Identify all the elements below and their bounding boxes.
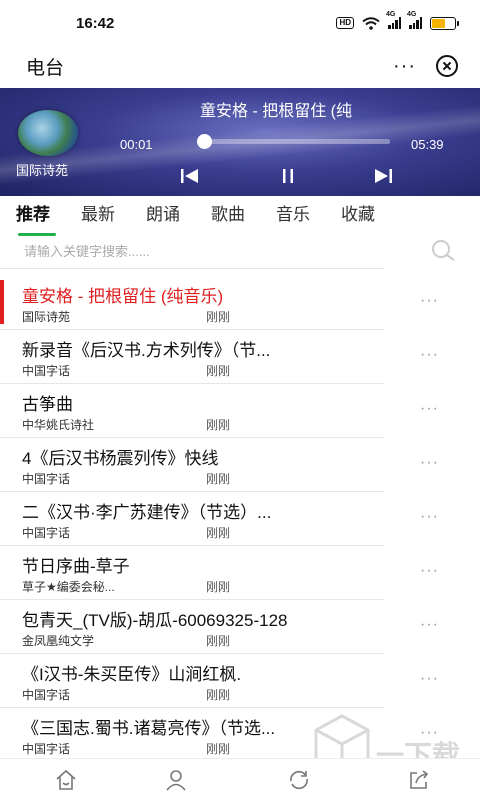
item-title: 新录音《后汉书.方术列传》（节... <box>22 341 271 360</box>
station-name: 国际诗苑 <box>16 163 69 178</box>
item-title: 《三国志.蜀书.诸葛亮传》（节选... <box>22 719 276 738</box>
item-source: 中华姚氏诗社 <box>22 418 95 432</box>
current-time: 00:01 <box>120 137 153 152</box>
more-options-button[interactable]: ··· <box>393 56 416 76</box>
search-input[interactable] <box>20 243 400 259</box>
battery-fill <box>432 18 446 28</box>
item-time: 刚刚 <box>206 580 231 594</box>
status-bar: 16:42 HD 4G 4G <box>0 0 480 46</box>
signal-icon-1: 4G <box>386 11 401 29</box>
item-more-icon[interactable]: ··· <box>420 292 439 310</box>
item-more-icon[interactable]: ··· <box>420 454 439 472</box>
active-item-marker <box>0 280 4 324</box>
item-time: 刚刚 <box>206 688 231 702</box>
search-icon[interactable] <box>430 238 456 264</box>
item-source: 中国字话 <box>22 688 71 702</box>
progress-slider[interactable] <box>196 134 390 149</box>
list-item[interactable]: 古筝曲 中华姚氏诗社 刚刚 ··· <box>0 384 480 438</box>
item-source: 国际诗苑 <box>22 310 71 324</box>
home-icon[interactable] <box>55 769 77 791</box>
status-time: 16:42 <box>76 14 115 32</box>
list-item[interactable]: 节日序曲-草子 草子★编委会秘... 刚刚 ··· <box>0 546 480 600</box>
item-more-icon[interactable]: ··· <box>420 346 439 364</box>
progress-handle[interactable] <box>196 134 212 149</box>
list-item[interactable]: 童安格 - 把根留住 (纯音乐) 国际诗苑 刚刚 ··· <box>0 276 480 330</box>
item-source: 中国字话 <box>22 472 71 486</box>
search-divider <box>0 268 384 269</box>
item-source: 草子★编委会秘... <box>22 580 115 594</box>
item-time: 刚刚 <box>206 634 231 648</box>
list-item[interactable]: 4《后汉书杨震列传》快线 中国字话 刚刚 ··· <box>0 438 480 492</box>
item-time: 刚刚 <box>206 364 231 378</box>
hd-icon: HD <box>336 17 354 29</box>
now-playing-title: 童安格 - 把根留住 (纯 <box>200 103 352 120</box>
next-icon[interactable] <box>373 168 393 184</box>
item-source: 中国字话 <box>22 526 71 540</box>
category-tabs: 推荐 最新 朗诵 歌曲 音乐 收藏 <box>0 198 480 236</box>
close-icon[interactable] <box>436 55 458 77</box>
item-time: 刚刚 <box>206 418 231 432</box>
list-item[interactable]: 《三国志.蜀书.诸葛亮传》（节选... 中国字话 刚刚 ··· <box>0 708 480 762</box>
status-icons: HD 4G 4G <box>336 11 459 30</box>
list-item[interactable]: 《I汉书-朱买臣传》山涧红枫. 中国字话 刚刚 ··· <box>0 654 480 708</box>
total-time: 05:39 <box>411 137 444 152</box>
title-bar: 电台 ··· <box>0 46 480 86</box>
item-time: 刚刚 <box>206 310 231 324</box>
search-bar <box>20 236 460 266</box>
pause-icon[interactable] <box>278 168 298 184</box>
player-panel: 国际诗苑 童安格 - 把根留住 (纯 00:01 05:39 <box>0 88 480 196</box>
user-icon[interactable] <box>165 769 187 791</box>
item-more-icon[interactable]: ··· <box>420 670 439 688</box>
wifi-icon <box>362 16 380 30</box>
item-source: 金凤凰纯文学 <box>22 634 95 648</box>
page-title: 电台 <box>26 57 65 79</box>
item-title: 节日序曲-草子 <box>22 557 130 576</box>
tab-recommend[interactable]: 推荐 <box>16 198 56 236</box>
item-more-icon[interactable]: ··· <box>420 616 439 634</box>
item-time: 刚刚 <box>206 526 231 540</box>
item-title: 4《后汉书杨震列传》快线 <box>22 449 219 468</box>
station-cover-image[interactable] <box>18 110 78 156</box>
list-item[interactable]: 包青天_(TV版)-胡瓜-60069325-128 金凤凰纯文学 刚刚 ··· <box>0 600 480 654</box>
signal-icon-2: 4G <box>407 11 422 29</box>
tab-favorites[interactable]: 收藏 <box>341 198 375 234</box>
battery-icon <box>430 16 459 30</box>
list-item[interactable]: 二《汉书·李广苏建传》（节选）... 中国字话 刚刚 ··· <box>0 492 480 546</box>
item-title: 古筝曲 <box>22 395 73 414</box>
item-source: 中国字话 <box>22 742 71 756</box>
item-time: 刚刚 <box>206 472 231 486</box>
share-icon[interactable] <box>408 769 430 791</box>
item-more-icon[interactable]: ··· <box>420 508 439 526</box>
bottom-nav <box>0 758 480 800</box>
tab-songs[interactable]: 歌曲 <box>211 198 245 234</box>
item-more-icon[interactable]: ··· <box>420 562 439 580</box>
item-source: 中国字话 <box>22 364 71 378</box>
item-more-icon[interactable]: ··· <box>420 724 439 742</box>
item-title: 二《汉书·李广苏建传》（节选）... <box>22 503 272 522</box>
list-item[interactable]: 新录音《后汉书.方术列传》（节... 中国字话 刚刚 ··· <box>0 330 480 384</box>
previous-icon[interactable] <box>180 168 200 184</box>
item-time: 刚刚 <box>206 742 231 756</box>
tab-latest[interactable]: 最新 <box>81 198 115 234</box>
item-more-icon[interactable]: ··· <box>420 400 439 418</box>
tab-music[interactable]: 音乐 <box>276 198 310 234</box>
item-title: 童安格 - 把根留住 (纯音乐) <box>22 287 224 306</box>
refresh-icon[interactable] <box>288 769 310 791</box>
item-title: 包青天_(TV版)-胡瓜-60069325-128 <box>22 611 288 630</box>
station-list: 童安格 - 把根留住 (纯音乐) 国际诗苑 刚刚 ··· 新录音《后汉书.方术列… <box>0 276 480 762</box>
tab-recitation[interactable]: 朗诵 <box>146 198 180 234</box>
item-title: 《I汉书-朱买臣传》山涧红枫. <box>22 665 242 684</box>
